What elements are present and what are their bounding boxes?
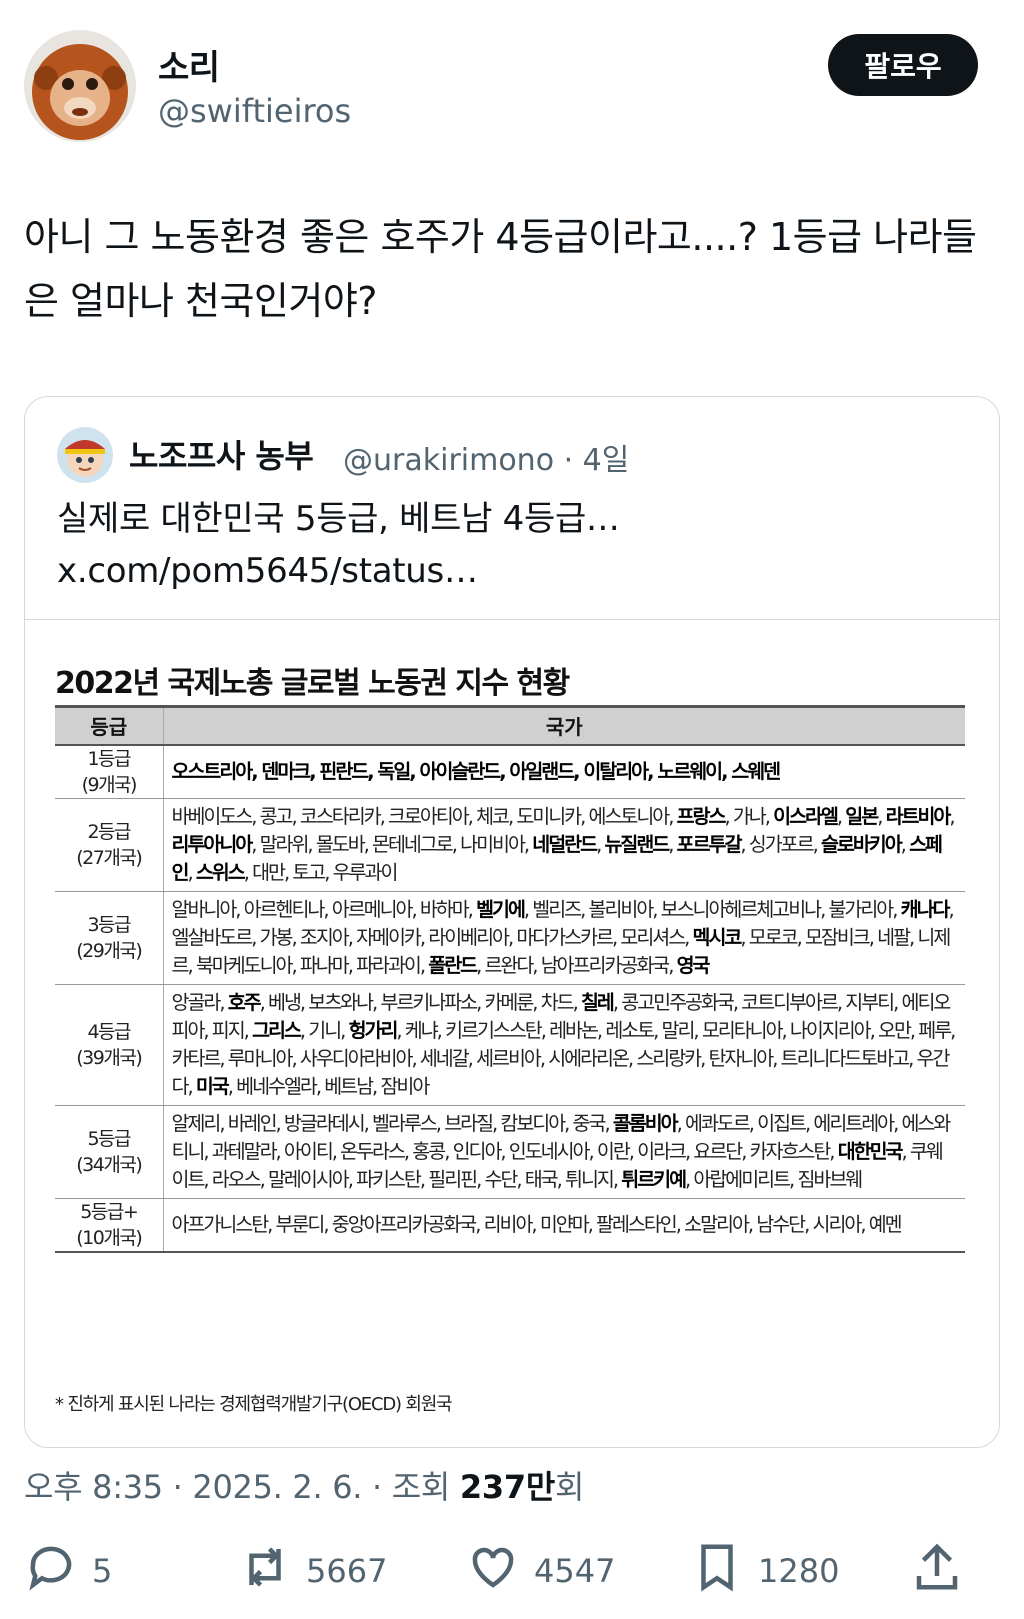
quote-avatar[interactable] bbox=[57, 427, 113, 483]
avatar[interactable] bbox=[24, 30, 136, 142]
grade-label: 1등급 bbox=[87, 747, 131, 770]
grade-row: 1등급 (9개국) 오스트리아, 덴마크, 핀란드, 독일, 아이슬란드, 아일랜드… bbox=[55, 744, 965, 799]
grade-cell: 3등급 (29개국) bbox=[55, 891, 164, 985]
retweet-count: 5667 bbox=[306, 1552, 388, 1590]
quote-tweet-card[interactable]: 노조프사 농부 @urakirimono · 4일 실제로 대한민국 5등급, … bbox=[24, 396, 1000, 1448]
view-count: 237만 bbox=[459, 1468, 555, 1506]
country-list: 알제리, 바레인, 방글라데시, 벨라루스, 브라질, 캄보디아, 중국, 콜롬… bbox=[163, 1105, 965, 1199]
country-list: 알바니아, 아르헨티나, 아르메니아, 바하마, 벨기에, 벨리즈, 볼리비아,… bbox=[163, 891, 965, 985]
reply-button[interactable]: 5 bbox=[24, 1540, 112, 1594]
display-name[interactable]: 소리 bbox=[158, 40, 220, 89]
grade-label: 2등급 bbox=[87, 820, 131, 843]
grade-row: 2등급 (27개국) 바베이도스, 콩고, 코스타리카, 크로아티아, 체코, 도미… bbox=[55, 798, 965, 892]
grade-label: 5등급 bbox=[87, 1127, 131, 1150]
grade-count: (39개국) bbox=[76, 1046, 142, 1069]
tweet-text: 아니 그 노동환경 좋은 호주가 4등급이라고....? 1등급 나라들은 얼마… bbox=[24, 215, 977, 323]
grade-count: (10개국) bbox=[76, 1226, 142, 1249]
reply-count: 5 bbox=[92, 1552, 113, 1590]
retweet-button[interactable]: 5667 bbox=[238, 1540, 387, 1594]
country-list: 오스트리아, 덴마크, 핀란드, 독일, 아이슬란드, 아일랜드, 이탈리아, … bbox=[163, 744, 965, 799]
grade-row: 5등급+ (10개국) 아프가니스탄, 부룬디, 중앙아프리카공화국, 리비아, 미… bbox=[55, 1198, 965, 1253]
share-icon bbox=[916, 1543, 958, 1590]
quote-display-name[interactable]: 노조프사 농부 bbox=[129, 431, 314, 477]
grade-label: 5등급+ bbox=[80, 1200, 138, 1223]
like-count: 4547 bbox=[534, 1552, 616, 1590]
quote-handle-time: @urakirimono · 4일 bbox=[343, 443, 630, 478]
follow-button[interactable]: 팔로우 bbox=[828, 34, 978, 96]
grade-count: (29개국) bbox=[76, 939, 142, 962]
share-button[interactable] bbox=[910, 1540, 964, 1594]
grade-cell: 5등급+ (10개국) bbox=[55, 1198, 164, 1253]
grade-cell: 5등급 (34개국) bbox=[55, 1105, 164, 1199]
grade-count: (27개국) bbox=[76, 846, 142, 869]
reply-icon bbox=[29, 1546, 72, 1591]
header-country: 국가 bbox=[163, 705, 965, 746]
action-bar: 5 5667 4547 1280 bbox=[0, 1540, 1024, 1619]
grade-row: 3등급 (29개국) 알바니아, 아르헨티나, 아르메니아, 바하마, 벨기에, 벨… bbox=[55, 891, 965, 985]
grade-label: 4등급 bbox=[87, 1020, 131, 1043]
retweet-icon bbox=[249, 1547, 281, 1587]
grade-cell: 4등급 (39개국) bbox=[55, 984, 164, 1106]
bookmark-icon bbox=[701, 1544, 733, 1592]
grade-row: 4등급 (39개국) 앙골라, 호주, 베냉, 보츠와나, 부르키나파소, 카메룬,… bbox=[55, 984, 965, 1106]
grade-table: 등급 국가 1등급 (9개국) 오스트리아, 덴마크, 핀란드, 독일, 아이슬란드… bbox=[55, 705, 965, 1253]
grade-count: (34개국) bbox=[76, 1153, 142, 1176]
grade-row: 5등급 (34개국) 알제리, 바레인, 방글라데시, 벨라루스, 브라질, 캄보디… bbox=[55, 1105, 965, 1199]
country-list: 바베이도스, 콩고, 코스타리카, 크로아티아, 체코, 도미니카, 에스토니아… bbox=[163, 798, 965, 892]
image-footnote: * 진하게 표시된 나라는 경제협력개발기구(OECD) 회원국 bbox=[55, 1394, 453, 1415]
quote-image[interactable]: 2022년 국제노총 글로벌 노동권 지수 현황 등급 국가 1등급 (9개국) 오… bbox=[25, 620, 999, 1447]
tweet-meta: 오후 8:35 · 2025. 2. 6. · 조회 237만회 bbox=[24, 1462, 584, 1508]
header-grade: 등급 bbox=[55, 705, 164, 746]
grade-cell: 1등급 (9개국) bbox=[55, 744, 164, 799]
user-handle[interactable]: @swiftieiros bbox=[158, 92, 351, 130]
grade-label: 3등급 bbox=[87, 913, 131, 936]
bookmark-button[interactable]: 1280 bbox=[690, 1540, 839, 1594]
quote-text: 실제로 대한민국 5등급, 베트남 4등급… x.com/pom5645/sta… bbox=[57, 499, 620, 591]
country-list: 앙골라, 호주, 베냉, 보츠와나, 부르키나파소, 카메룬, 차드, 칠레, … bbox=[163, 984, 965, 1106]
view-suffix: 회 bbox=[554, 1468, 585, 1506]
like-button[interactable]: 4547 bbox=[466, 1540, 615, 1594]
heart-icon bbox=[472, 1547, 514, 1588]
grade-count: (9개국) bbox=[81, 773, 138, 796]
timestamp[interactable]: 오후 8:35 · 2025. 2. 6. · 조회 bbox=[24, 1468, 460, 1506]
image-title: 2022년 국제노총 글로벌 노동권 지수 현황 bbox=[55, 666, 570, 701]
country-list: 아프가니스탄, 부룬디, 중앙아프리카공화국, 리비아, 미얀마, 팔레스타인,… bbox=[163, 1198, 965, 1253]
bookmark-count: 1280 bbox=[758, 1552, 840, 1590]
grade-cell: 2등급 (27개국) bbox=[55, 798, 164, 892]
